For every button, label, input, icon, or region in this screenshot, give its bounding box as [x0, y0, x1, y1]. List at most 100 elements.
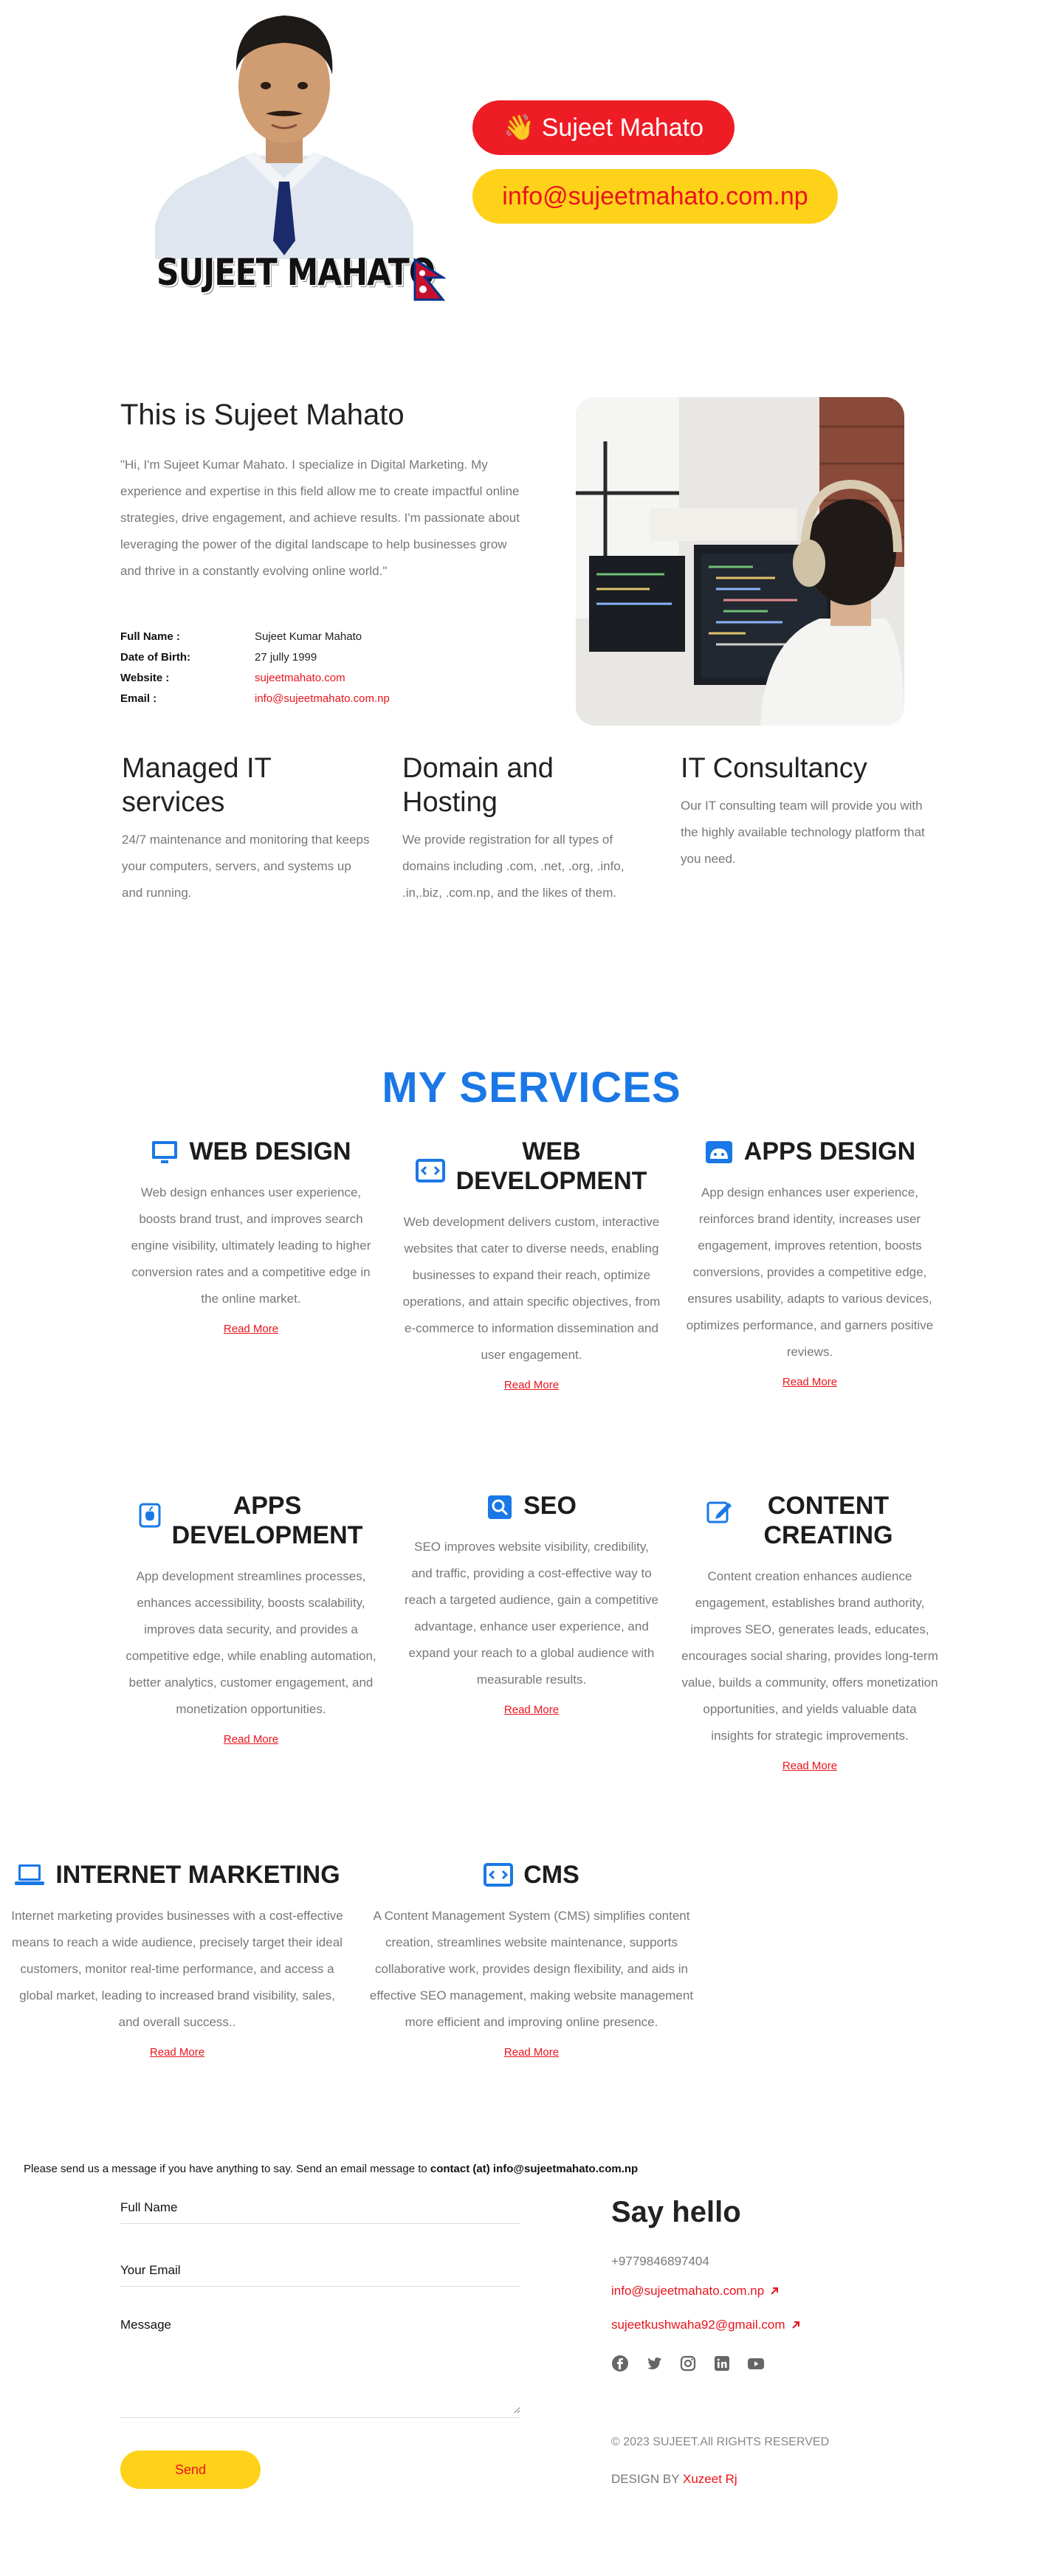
service-apps-development: APPS DEVELOPMENT App development streaml… [122, 1491, 380, 1746]
phone-number: +9779846897404 [611, 2254, 709, 2268]
code-icon [416, 1159, 445, 1182]
feature-title: IT Consultancy [681, 753, 867, 784]
laptop-icon [15, 1864, 45, 1885]
read-more-link[interactable]: Read More [504, 1704, 559, 1716]
email-link-primary[interactable]: info@sujeetmahato.com.np [611, 2284, 943, 2298]
twitter-icon[interactable] [645, 2355, 663, 2372]
email-link-text: info@sujeetmahato.com.np [611, 2284, 765, 2298]
about-title: This is Sujeet Mahato [120, 399, 405, 431]
feature-title: Domain and Hosting [402, 753, 554, 818]
read-more-link[interactable]: Read More [782, 1760, 837, 1772]
read-more-link[interactable]: Read More [504, 2046, 559, 2059]
service-web-design: WEB DESIGN Web design enhances user expe… [122, 1137, 380, 1336]
apple-icon [139, 1503, 161, 1528]
website-link[interactable]: sujeetmahato.com [255, 672, 345, 684]
service-title: APPS DESIGN [743, 1137, 916, 1165]
service-title: CMS [523, 1861, 579, 1889]
email-input[interactable] [120, 2255, 520, 2286]
service-title: WEB DESIGN [189, 1137, 351, 1165]
instagram-icon[interactable] [679, 2355, 697, 2372]
email-link[interactable]: info@sujeetmahato.com.np [255, 692, 390, 705]
social-links [611, 2355, 943, 2372]
service-text: App development streamlines processes, e… [125, 1569, 376, 1716]
copyright: © 2023 SUJEET.All RIGHTS RESERVED [611, 2436, 830, 2448]
send-button[interactable]: Send [120, 2451, 261, 2489]
info-value: Sujeet Kumar Mahato [255, 630, 362, 643]
service-title: CONTENT CREATING [763, 1492, 893, 1549]
service-text: Web design enhances user experience, boo… [131, 1185, 371, 1306]
read-more-link[interactable]: Read More [504, 1379, 559, 1391]
contact-form [120, 2192, 520, 2418]
service-text: Internet marketing provides businesses w… [11, 1909, 343, 2029]
monitor-icon [152, 1141, 178, 1163]
service-title: APPS DEVELOPMENT [171, 1492, 363, 1549]
info-row-dob: Date of Birth: 27 jully 1999 [120, 647, 489, 667]
about-text: "Hi, I'm Sujeet Kumar Mahato. I speciali… [120, 458, 520, 578]
youtube-icon[interactable] [747, 2355, 765, 2372]
email-field-wrapper [120, 2255, 520, 2287]
service-seo: SEO SEO improves website visibility, cre… [402, 1491, 661, 1717]
arrow-up-right-icon [791, 2321, 799, 2329]
full-name-input[interactable] [120, 2192, 520, 2223]
profile-portrait [155, 16, 413, 259]
info-row-email: Email : info@sujeetmahato.com.np [120, 688, 489, 709]
name-pill: 👋 Sujeet Mahato [472, 100, 735, 155]
facebook-icon[interactable] [611, 2355, 629, 2372]
code-icon [484, 1863, 514, 1887]
feature-title: Managed IT services [122, 753, 272, 818]
full-name-field-wrapper [120, 2192, 520, 2224]
logo-text: SUJEET MAHATO [156, 251, 436, 294]
contact-note: Please send us a message if you have any… [24, 2163, 638, 2175]
info-list: Full Name : Sujeet Kumar Mahato Date of … [120, 626, 489, 709]
email-pill[interactable]: info@sujeetmahato.com.np [472, 169, 838, 224]
message-field-wrapper [120, 2318, 520, 2418]
email-link-text: sujeetkushwaha92@gmail.com [611, 2318, 785, 2332]
android-icon [705, 1141, 732, 1163]
feature-managed-it: Managed IT services 24/7 maintenance and… [122, 751, 373, 906]
info-row-full-name: Full Name : Sujeet Kumar Mahato [120, 626, 489, 647]
service-title: WEB DEVELOPMENT [455, 1137, 647, 1195]
feature-text: We provide registration for all types of… [402, 833, 625, 900]
read-more-link[interactable]: Read More [782, 1376, 837, 1388]
info-value: 27 jully 1999 [255, 650, 317, 664]
contact-note-email: contact (at) info@sujeetmahato.com.np [430, 2163, 639, 2175]
service-text: Content creation enhances audience engag… [681, 1569, 938, 1743]
feature-it-consultancy: IT Consultancy Our IT consulting team wi… [681, 751, 932, 872]
service-content-creating: CONTENT CREATING Content creation enhanc… [681, 1491, 939, 1773]
developer-photo [576, 397, 904, 726]
info-row-website: Website : sujeetmahato.com [120, 667, 489, 688]
say-hello-section: Say hello +9779846897404 info@sujeetmaha… [611, 2196, 943, 2372]
nepal-flag-icon [413, 258, 446, 301]
service-web-development: WEB DEVELOPMENT Web development delivers… [402, 1137, 661, 1392]
read-more-link[interactable]: Read More [150, 2046, 204, 2059]
service-text: SEO improves website visibility, credibi… [404, 1540, 658, 1687]
feature-text: Our IT consulting team will provide you … [681, 799, 925, 866]
designer-link[interactable]: Xuzeet Rj [683, 2472, 737, 2486]
email-link-secondary[interactable]: sujeetkushwaha92@gmail.com [611, 2318, 943, 2332]
linkedin-icon[interactable] [713, 2355, 731, 2372]
info-key: Email : [120, 692, 157, 705]
search-icon [488, 1495, 512, 1519]
service-cms: CMS A Content Management System (CMS) si… [362, 1860, 701, 2059]
info-key: Full Name : [120, 630, 180, 643]
arrow-up-right-icon [771, 2287, 779, 2295]
service-apps-design: APPS DESIGN App design enhances user exp… [681, 1137, 939, 1389]
info-key: Date of Birth: [120, 650, 190, 664]
service-internet-marketing: INTERNET MARKETING Internet marketing pr… [7, 1860, 347, 2059]
say-hello-title: Say hello [611, 2196, 741, 2228]
service-title: INTERNET MARKETING [55, 1861, 340, 1889]
hero-section: SUJEET MAHATO 👋 Sujeet Mahato info@sujee… [0, 0, 1063, 347]
message-textarea[interactable] [120, 2318, 520, 2414]
feature-text: 24/7 maintenance and monitoring that kee… [122, 833, 370, 900]
edit-icon [706, 1501, 732, 1523]
contact-note-text: Please send us a message if you have any… [24, 2163, 430, 2175]
service-title: SEO [523, 1492, 577, 1520]
read-more-link[interactable]: Read More [224, 1733, 278, 1746]
design-by-label: DESIGN BY [611, 2472, 683, 2486]
service-text: App design enhances user experience, rei… [686, 1185, 934, 1359]
services-heading: MY SERVICES [382, 1064, 681, 1112]
service-text: Web development delivers custom, interac… [402, 1215, 661, 1362]
service-text: A Content Management System (CMS) simpli… [369, 1909, 694, 2029]
feature-domain-hosting: Domain and Hosting We provide registrati… [402, 751, 653, 906]
read-more-link[interactable]: Read More [224, 1323, 278, 1335]
